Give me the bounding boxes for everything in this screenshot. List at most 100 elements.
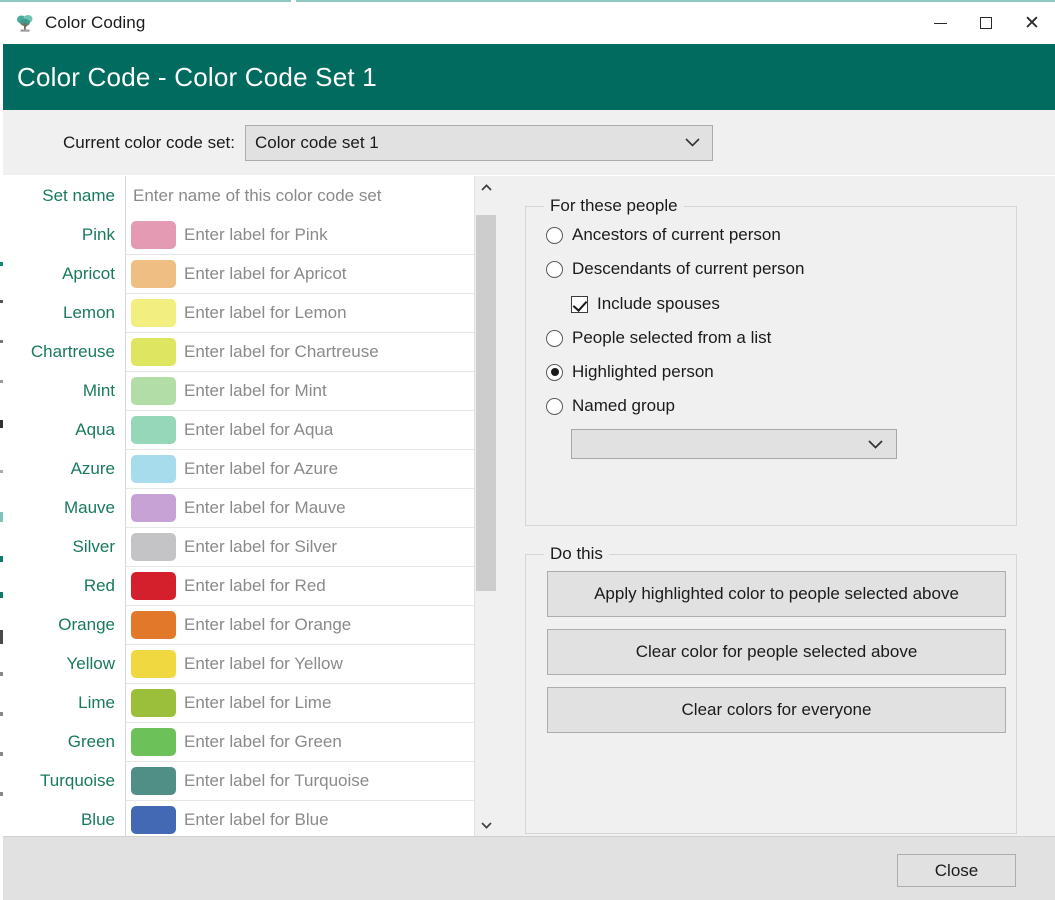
title-bar: Color Coding ✕ xyxy=(3,2,1055,44)
scrollbar-thumb[interactable] xyxy=(476,215,496,591)
color-name-label: Lime xyxy=(3,693,125,713)
color-label-input[interactable]: Enter label for Aqua xyxy=(125,410,496,449)
radio-icon xyxy=(546,330,563,347)
do-this-group: Do this Apply highlighted color to peopl… xyxy=(525,554,1017,834)
scroll-up-button[interactable] xyxy=(475,176,497,198)
color-name-label: Turquoise xyxy=(3,771,125,791)
color-coding-window: Color Coding ✕ Color Code - Color Code S… xyxy=(0,0,1055,900)
color-label-input[interactable]: Enter label for Apricot xyxy=(125,254,496,293)
color-name-label: Red xyxy=(3,576,125,596)
color-swatch[interactable] xyxy=(131,221,176,249)
color-swatch[interactable] xyxy=(131,416,176,444)
color-name-label: Silver xyxy=(3,537,125,557)
radio-ancestors[interactable]: Ancestors of current person xyxy=(546,225,781,245)
color-label-placeholder: Enter label for Apricot xyxy=(184,264,347,284)
dialog-footer: Close xyxy=(3,836,1055,900)
color-label-input[interactable]: Enter label for Red xyxy=(125,566,496,605)
window-title: Color Coding xyxy=(45,13,145,33)
color-swatch[interactable] xyxy=(131,494,176,522)
color-swatch[interactable] xyxy=(131,572,176,600)
color-row: AzureEnter label for Azure xyxy=(3,449,496,488)
checkbox-include-spouses[interactable]: Include spouses xyxy=(571,294,720,314)
color-label-input[interactable]: Enter label for Azure xyxy=(125,449,496,488)
color-swatch[interactable] xyxy=(131,650,176,678)
color-row: PinkEnter label for Pink xyxy=(3,215,496,254)
scrollbar-track[interactable] xyxy=(475,198,497,814)
color-label-placeholder: Enter label for Yellow xyxy=(184,654,343,674)
color-label-placeholder: Enter label for Mint xyxy=(184,381,327,401)
maximize-icon xyxy=(980,17,992,29)
color-name-label: Yellow xyxy=(3,654,125,674)
named-group-dropdown[interactable] xyxy=(571,429,897,459)
color-name-label: Lemon xyxy=(3,303,125,323)
color-swatch[interactable] xyxy=(131,338,176,366)
radio-ancestors-label: Ancestors of current person xyxy=(572,225,781,245)
color-label-input[interactable]: Enter label for Lemon xyxy=(125,293,496,332)
radio-people-from-list[interactable]: People selected from a list xyxy=(546,328,771,348)
radio-named-group[interactable]: Named group xyxy=(546,396,675,416)
color-row: SilverEnter label for Silver xyxy=(3,527,496,566)
color-label-input[interactable]: Enter label for Green xyxy=(125,722,496,761)
color-label-input[interactable]: Enter label for Turquoise xyxy=(125,761,496,800)
color-swatch[interactable] xyxy=(131,728,176,756)
color-label-placeholder: Enter label for Chartreuse xyxy=(184,342,379,362)
maximize-button[interactable] xyxy=(963,2,1009,44)
color-label-placeholder: Enter label for Green xyxy=(184,732,342,752)
page-header: Color Code - Color Code Set 1 xyxy=(3,44,1055,110)
color-swatch[interactable] xyxy=(131,767,176,795)
color-label-input[interactable]: Enter label for Orange xyxy=(125,605,496,644)
color-label-placeholder: Enter label for Orange xyxy=(184,615,351,635)
color-swatch[interactable] xyxy=(131,533,176,561)
include-spouses-label: Include spouses xyxy=(597,294,720,314)
color-name-label: Apricot xyxy=(3,264,125,284)
clear-colors-everyone-button[interactable]: Clear colors for everyone xyxy=(547,687,1006,733)
close-window-button[interactable]: ✕ xyxy=(1009,2,1055,44)
color-list-scrollbar[interactable] xyxy=(474,176,497,836)
for-these-people-title: For these people xyxy=(544,196,684,216)
color-label-input[interactable]: Enter label for Lime xyxy=(125,683,496,722)
color-label-input[interactable]: Enter label for Yellow xyxy=(125,644,496,683)
color-name-label: Azure xyxy=(3,459,125,479)
close-button[interactable]: Close xyxy=(897,854,1016,887)
color-name-label: Aqua xyxy=(3,420,125,440)
color-name-label: Green xyxy=(3,732,125,752)
color-label-input[interactable]: Enter label for Silver xyxy=(125,527,496,566)
color-swatch[interactable] xyxy=(131,806,176,834)
minimize-button[interactable] xyxy=(917,2,963,44)
apply-highlighted-color-button[interactable]: Apply highlighted color to people select… xyxy=(547,571,1006,617)
color-label-placeholder: Enter label for Turquoise xyxy=(184,771,369,791)
color-label-input[interactable]: Enter label for Blue xyxy=(125,800,496,836)
radio-descendants[interactable]: Descendants of current person xyxy=(546,259,804,279)
tree-icon xyxy=(15,13,35,33)
set-name-row: Set name Enter name of this color code s… xyxy=(3,176,496,215)
color-swatch[interactable] xyxy=(131,611,176,639)
color-row: Green Enter label for Green xyxy=(3,722,496,761)
options-panel: For these people Ancestors of current pe… xyxy=(496,176,1055,836)
color-swatch[interactable] xyxy=(131,455,176,483)
color-swatch[interactable] xyxy=(131,377,176,405)
radio-highlighted-person-label: Highlighted person xyxy=(572,362,714,382)
color-swatch[interactable] xyxy=(131,260,176,288)
color-row: OrangeEnter label for Orange xyxy=(3,605,496,644)
color-label-input[interactable]: Enter label for Mauve xyxy=(125,488,496,527)
current-color-code-set-dropdown[interactable]: Color code set 1 xyxy=(245,125,713,161)
color-label-input[interactable]: Enter label for Pink xyxy=(125,215,496,254)
radio-people-from-list-label: People selected from a list xyxy=(572,328,771,348)
color-label-placeholder: Enter label for Red xyxy=(184,576,326,596)
set-name-placeholder: Enter name of this color code set xyxy=(126,186,382,206)
color-label-placeholder: Enter label for Lime xyxy=(184,693,331,713)
clear-color-selected-button[interactable]: Clear color for people selected above xyxy=(547,629,1006,675)
radio-highlighted-person[interactable]: Highlighted person xyxy=(546,362,714,382)
scroll-down-button[interactable] xyxy=(475,814,497,836)
color-label-input[interactable]: Enter label for Chartreuse xyxy=(125,332,496,371)
close-icon: ✕ xyxy=(1024,14,1040,33)
set-name-input[interactable]: Enter name of this color code set xyxy=(125,176,496,215)
checkbox-icon xyxy=(571,296,588,313)
color-swatch[interactable] xyxy=(131,689,176,717)
color-swatch[interactable] xyxy=(131,299,176,327)
radio-icon-selected xyxy=(546,364,563,381)
page-title: Color Code - Color Code Set 1 xyxy=(17,62,377,93)
color-label-input[interactable]: Enter label for Mint xyxy=(125,371,496,410)
set-name-label: Set name xyxy=(3,186,125,206)
window-controls: ✕ xyxy=(917,2,1055,44)
